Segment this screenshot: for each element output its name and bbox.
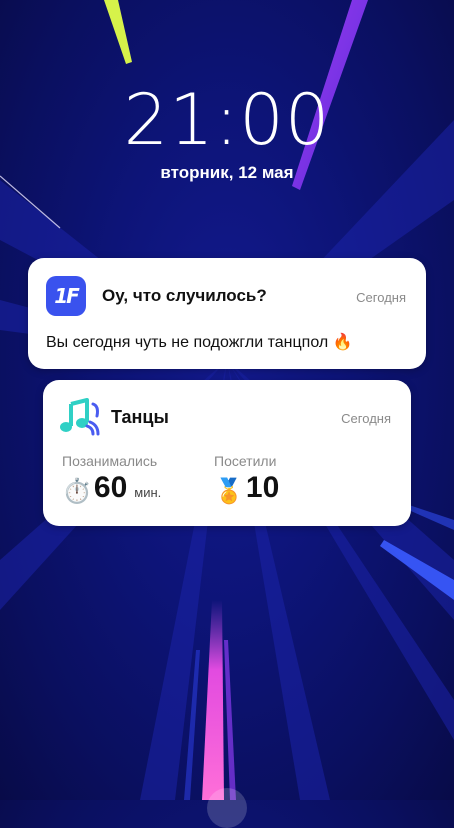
stat-value-visits: 10 (245, 471, 280, 504)
stat-visits: 🏅 10 (214, 470, 279, 507)
stat-unit-minutes: мин. (134, 485, 162, 500)
notification-title: Танцы (111, 407, 169, 427)
music-notes-icon (60, 398, 100, 436)
medal-icon: 🏅 (214, 478, 244, 505)
app-1f-icon: 1F (46, 276, 86, 316)
notification-time: Сегодня (341, 411, 391, 426)
stat-label-minutes: Позанимались (62, 453, 158, 469)
notification-title: Оу, что случилось? (102, 286, 267, 305)
stopwatch-icon: ⏱️ (62, 478, 92, 505)
notification-body: Вы сегодня чуть не подожгли танцпол 🔥 (46, 334, 353, 351)
stat-value-minutes: 60 (93, 471, 128, 504)
stat-minutes: ⏱️ 60 мин. (62, 470, 161, 507)
stat-label-visits: Посетили (214, 453, 277, 469)
home-handle[interactable] (207, 788, 247, 828)
lockscreen-clock: 21:00 (123, 79, 331, 161)
lockscreen-date: вторник, 12 мая (160, 163, 294, 182)
notification-time: Сегодня (356, 290, 406, 305)
notification-card-dance[interactable]: Танцы Сегодня Позанимались ⏱️ 60 мин. По… (43, 380, 411, 526)
notification-card-1f[interactable]: 1F Оу, что случилось? Сегодня Вы сегодня… (28, 258, 426, 369)
